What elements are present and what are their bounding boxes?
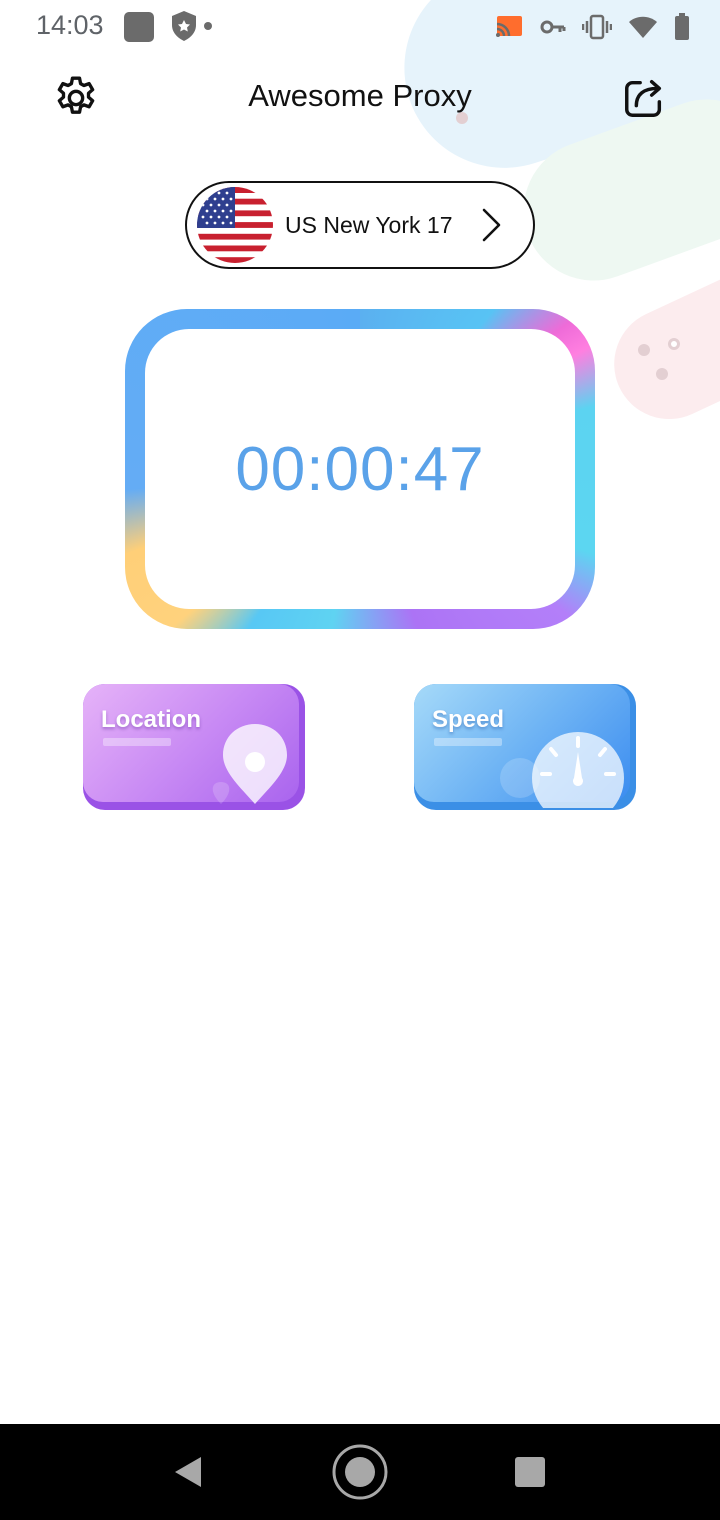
status-bar: 14:03: [0, 0, 720, 54]
back-button[interactable]: [164, 1448, 212, 1496]
background-dot: [638, 344, 650, 356]
home-icon: [332, 1444, 388, 1500]
timer-panel: 00:00:47: [145, 329, 575, 609]
share-button[interactable]: [616, 70, 672, 126]
connection-timer-card: 00:00:47: [125, 309, 595, 629]
back-icon: [175, 1457, 201, 1487]
recents-icon: [515, 1457, 545, 1487]
recents-button[interactable]: [506, 1448, 554, 1496]
cast-icon: [494, 14, 524, 40]
location-button[interactable]: Location: [83, 684, 305, 810]
dot-icon: [204, 22, 212, 30]
page-title: Awesome Proxy: [248, 78, 472, 113]
server-name: US New York 17: [285, 211, 453, 238]
us-flag-icon: [197, 187, 273, 263]
app-notification-icon: [124, 12, 154, 42]
vibrate-icon: [582, 14, 612, 40]
battery-icon: [674, 13, 690, 41]
connection-timer: 00:00:47: [235, 434, 485, 504]
location-label: Location: [101, 706, 201, 733]
vpn-key-icon: [540, 18, 566, 36]
server-selector[interactable]: US New York 17: [185, 181, 535, 269]
location-pin-icon: [212, 724, 287, 804]
background-dot: [668, 338, 680, 350]
status-time: 14:03: [36, 10, 104, 40]
background-blob: [596, 252, 720, 438]
chevron-right-icon: [471, 205, 511, 245]
app-header: Awesome Proxy: [0, 60, 720, 140]
speed-button[interactable]: Speed: [414, 684, 636, 810]
speed-label: Speed: [432, 706, 505, 733]
wifi-icon: [628, 15, 658, 39]
speedometer-icon: [500, 732, 624, 808]
share-icon: [625, 79, 662, 117]
shield-icon: [170, 10, 198, 42]
label-underline: [434, 738, 502, 746]
navigation-bar: [0, 1424, 720, 1520]
home-button[interactable]: [330, 1442, 390, 1502]
background-dot: [656, 368, 668, 380]
label-underline: [103, 738, 171, 746]
